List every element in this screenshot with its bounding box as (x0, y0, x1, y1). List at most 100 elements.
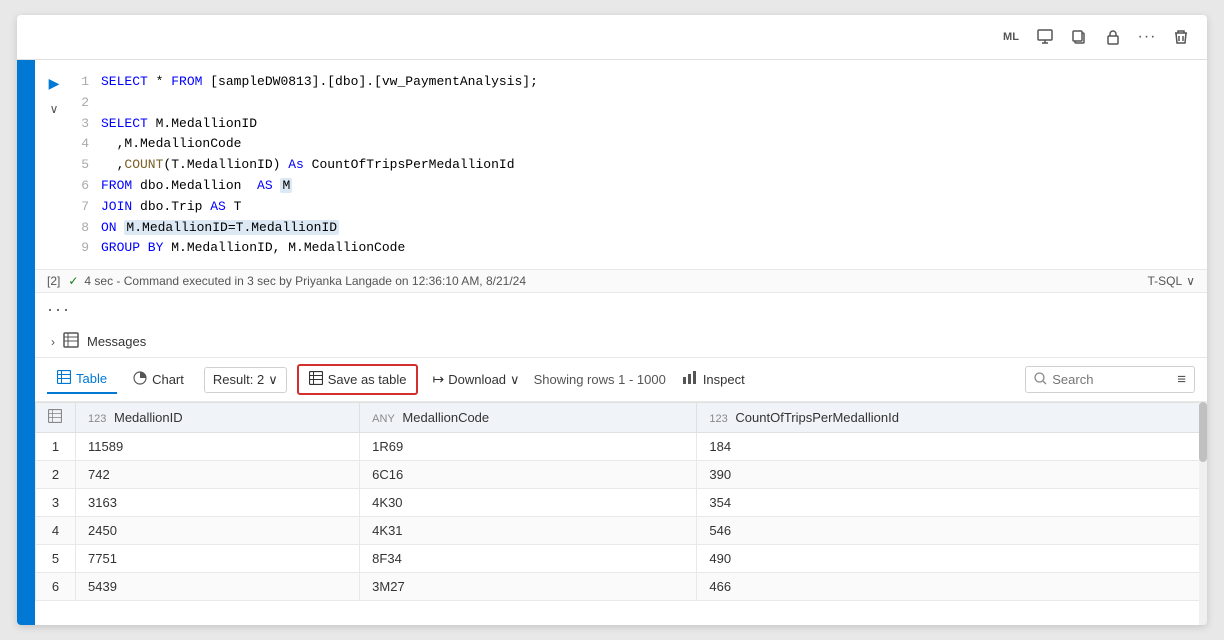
expand-button[interactable]: ∨ (43, 98, 65, 120)
inspect-button[interactable]: Inspect (672, 365, 755, 394)
cell-rownum: 3 (36, 489, 76, 517)
code-line-4: ,M.MedallionCode (101, 134, 1207, 155)
messages-table-icon (63, 332, 79, 351)
result-selector[interactable]: Result: 2 ∨ (204, 367, 287, 393)
col-header-rownum (36, 403, 76, 433)
code-line-6: FROM dbo.Medallion AS M (101, 176, 1207, 197)
code-section: ▶ ∨ 1 2 3 4 5 6 7 8 9 (35, 60, 1207, 269)
status-bar: [2] ✓ 4 sec - Command executed in 3 sec … (35, 269, 1207, 293)
main-container: ML ··· ▶ ∨ 1 2 (17, 15, 1207, 625)
more-options-icon[interactable]: ··· (1133, 23, 1161, 51)
cell-medallionid: 7751 (76, 545, 360, 573)
col-type-medallioncode: ANY (372, 413, 395, 425)
cell-medallioncode: 1R69 (360, 433, 697, 461)
results-toolbar: Table Chart Result: 2 ∨ Save as tabl (35, 358, 1207, 402)
cell-count: 546 (697, 517, 1207, 545)
cell-medallioncode: 3M27 (360, 573, 697, 601)
showing-rows-label: Showing rows 1 - 1000 (534, 372, 666, 387)
download-chevron: ∨ (510, 372, 520, 388)
chart-tab-label: Chart (152, 372, 184, 387)
cell-rownum: 2 (36, 461, 76, 489)
table-tab[interactable]: Table (47, 365, 117, 394)
code-lines: SELECT * FROM [sampleDW0813].[dbo].[vw_P… (101, 70, 1207, 259)
more-options-btn[interactable]: ··· (35, 293, 1207, 326)
table-row: 2 742 6C16 390 (36, 461, 1207, 489)
col-header-count: 123 CountOfTripsPerMedallionId (697, 403, 1207, 433)
data-table: 123 MedallionID ANY MedallionCode 123 Co… (35, 402, 1207, 601)
table-row: 1 11589 1R69 184 (36, 433, 1207, 461)
cell-medallioncode: 4K31 (360, 517, 697, 545)
save-as-table-label: Save as table (328, 372, 407, 387)
cell-count: 466 (697, 573, 1207, 601)
cell-rownum: 5 (36, 545, 76, 573)
table-row: 3 3163 4K30 354 (36, 489, 1207, 517)
search-box[interactable]: ≡ (1025, 366, 1195, 393)
table-tab-label: Table (76, 371, 107, 386)
col-header-medallioncode: ANY MedallionCode (360, 403, 697, 433)
code-line-3: SELECT M.MedallionID (101, 114, 1207, 135)
download-button[interactable]: ↦ Download ∨ (424, 366, 527, 393)
table-tab-icon (57, 370, 71, 387)
cell-count: 354 (697, 489, 1207, 517)
chart-tab[interactable]: Chart (123, 366, 194, 393)
run-controls: ▶ ∨ (35, 70, 73, 259)
monitor-icon[interactable] (1031, 23, 1059, 51)
top-toolbar: ML ··· (17, 15, 1207, 60)
delete-icon[interactable] (1167, 23, 1195, 51)
scrollbar-thumb[interactable] (1199, 402, 1207, 462)
cell-medallioncode: 8F34 (360, 545, 697, 573)
code-line-9: GROUP BY M.MedallionID, M.MedallionCode (101, 238, 1207, 259)
cell-medallioncode: 6C16 (360, 461, 697, 489)
cell-rownum: 4 (36, 517, 76, 545)
result-select-label: Result: 2 (213, 372, 264, 387)
chart-tab-icon (133, 371, 147, 388)
status-language[interactable]: T-SQL ∨ (1148, 274, 1195, 288)
messages-section: › Messages (35, 326, 1207, 358)
inspect-label: Inspect (703, 372, 745, 387)
filter-icon[interactable]: ≡ (1177, 371, 1186, 388)
code-line-2 (101, 93, 1207, 114)
code-line-7: JOIN dbo.Trip AS T (101, 197, 1207, 218)
table-row: 6 5439 3M27 466 (36, 573, 1207, 601)
cell-medallionid: 2450 (76, 517, 360, 545)
cell-medallionid: 5439 (76, 573, 360, 601)
code-line-1: SELECT * FROM [sampleDW0813].[dbo].[vw_P… (101, 72, 1207, 93)
col-type-count: 123 (709, 413, 727, 425)
cell-medallionid: 11589 (76, 433, 360, 461)
search-input[interactable] (1052, 372, 1172, 387)
result-select-chevron: ∨ (268, 372, 278, 388)
cell-medallioncode: 4K30 (360, 489, 697, 517)
messages-label: Messages (87, 334, 146, 349)
cell-count: 184 (697, 433, 1207, 461)
line-numbers: 1 2 3 4 5 6 7 8 9 (73, 70, 101, 259)
messages-chevron[interactable]: › (51, 335, 55, 349)
cell-count: 490 (697, 545, 1207, 573)
code-line-5: ,COUNT(T.MedallionID) As CountOfTripsPer… (101, 155, 1207, 176)
col-label-medallionid: MedallionID (114, 410, 183, 425)
col-label-count: CountOfTripsPerMedallionId (735, 410, 899, 425)
editor-area: ▶ ∨ 1 2 3 4 5 6 7 8 9 (17, 60, 1207, 625)
inspect-icon (682, 370, 698, 389)
lock-icon[interactable] (1099, 23, 1127, 51)
language-chevron: ∨ (1186, 274, 1195, 288)
data-table-container: 123 MedallionID ANY MedallionCode 123 Co… (35, 402, 1207, 625)
code-line-8: ON M.MedallionID=T.MedallionID (101, 218, 1207, 239)
table-row: 4 2450 4K31 546 (36, 517, 1207, 545)
status-check-icon: ✓ (68, 274, 78, 288)
cell-medallionid: 3163 (76, 489, 360, 517)
download-label: Download (448, 372, 506, 387)
table-row: 5 7751 8F34 490 (36, 545, 1207, 573)
language-label: T-SQL (1148, 274, 1183, 288)
cell-medallionid: 742 (76, 461, 360, 489)
run-button[interactable]: ▶ (43, 72, 65, 94)
col-label-medallioncode: MedallionCode (402, 410, 489, 425)
cell-count: 390 (697, 461, 1207, 489)
scrollbar-track[interactable] (1199, 402, 1207, 625)
editor-content: ▶ ∨ 1 2 3 4 5 6 7 8 9 (35, 60, 1207, 625)
save-as-table-button[interactable]: Save as table (297, 364, 419, 395)
cell-rownum: 1 (36, 433, 76, 461)
copy-icon[interactable] (1065, 23, 1093, 51)
code-editor[interactable]: 1 2 3 4 5 6 7 8 9 SELECT * FROM [sampleD… (73, 70, 1207, 259)
save-as-table-icon (309, 371, 323, 388)
ml-icon[interactable]: ML (997, 23, 1025, 51)
